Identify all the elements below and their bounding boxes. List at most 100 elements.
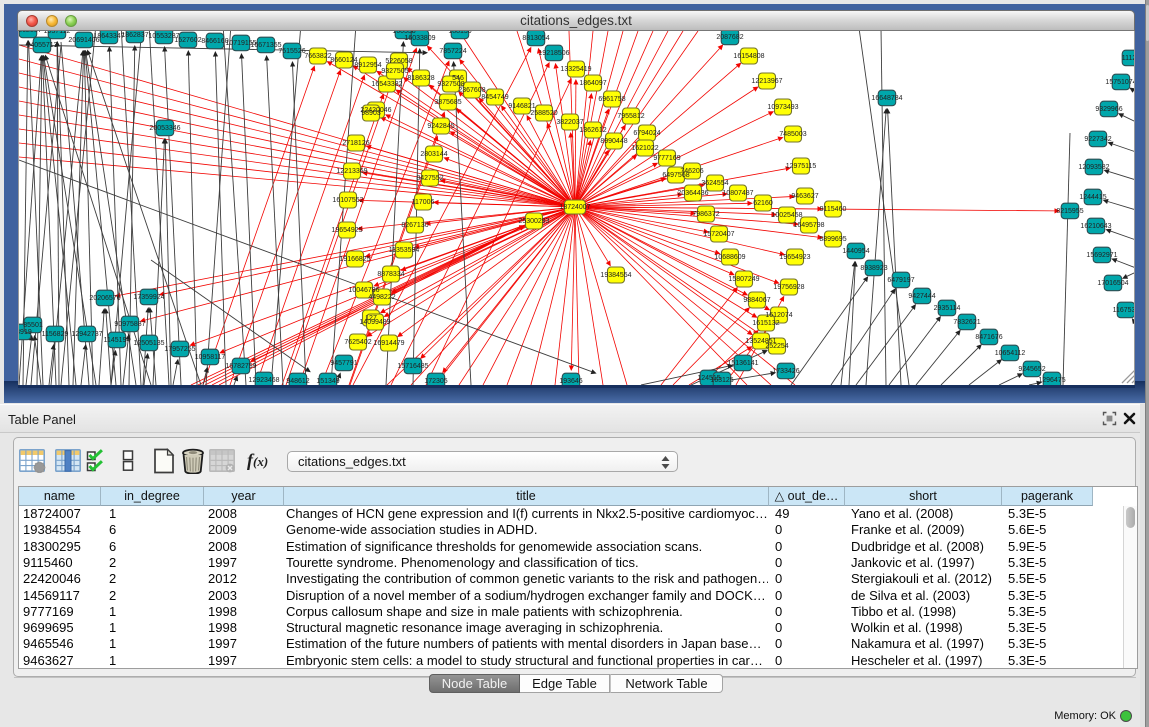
svg-text:2367608: 2367608 xyxy=(458,87,485,94)
svg-text:2718126: 2718126 xyxy=(342,140,369,147)
svg-text:15716485: 15716485 xyxy=(397,363,428,370)
svg-text:15720407: 15720407 xyxy=(703,231,734,238)
svg-text:7485003: 7485003 xyxy=(779,131,806,138)
svg-text:90975887: 90975887 xyxy=(114,321,145,328)
svg-text:17016504: 17016504 xyxy=(1097,280,1128,287)
svg-text:172305: 172305 xyxy=(424,378,447,385)
svg-text:1244415: 1244415 xyxy=(1079,194,1106,201)
svg-text:7832621: 7832621 xyxy=(953,319,980,326)
svg-text:1296475: 1296475 xyxy=(1038,377,1065,384)
svg-text:1621022: 1621022 xyxy=(631,145,658,152)
svg-text:3822037: 3822037 xyxy=(556,119,583,126)
svg-text:25300293: 25300293 xyxy=(518,218,549,225)
svg-text:6479197: 6479197 xyxy=(887,277,914,284)
svg-text:85501: 85501 xyxy=(23,322,43,329)
svg-text:9884067: 9884067 xyxy=(743,297,770,304)
svg-text:1937112: 1937112 xyxy=(44,31,71,35)
svg-text:1864097: 1864097 xyxy=(579,80,606,87)
svg-text:6961758: 6961758 xyxy=(598,96,625,103)
svg-text:6794024: 6794024 xyxy=(633,130,660,137)
svg-text:12213369: 12213369 xyxy=(336,168,367,175)
svg-text:8990448: 8990448 xyxy=(600,138,627,145)
svg-text:10025458: 10025458 xyxy=(771,212,802,219)
svg-text:8215955: 8215955 xyxy=(1056,208,1083,215)
svg-text:12923468: 12923468 xyxy=(248,377,279,384)
svg-text:2087682: 2087682 xyxy=(716,34,743,41)
svg-text:8938923: 8938923 xyxy=(860,265,887,272)
svg-text:7986372: 7986372 xyxy=(692,211,719,218)
svg-text:19384554: 19384554 xyxy=(600,272,631,279)
svg-text:12975115: 12975115 xyxy=(786,163,817,170)
svg-text:9329966: 9329966 xyxy=(1095,106,1122,113)
svg-text:8878334: 8878334 xyxy=(377,271,404,278)
svg-text:252254: 252254 xyxy=(765,343,788,350)
svg-text:15751074: 15751074 xyxy=(1105,79,1135,86)
svg-text:10654112: 10654112 xyxy=(995,350,1026,357)
svg-text:19166825: 19166825 xyxy=(339,256,370,263)
svg-text:151349: 151349 xyxy=(316,378,339,385)
svg-text:3875685: 3875685 xyxy=(434,99,461,106)
svg-text:17359924: 17359924 xyxy=(133,294,164,301)
svg-text:9463627: 9463627 xyxy=(791,193,818,200)
svg-text:5226058: 5226058 xyxy=(385,58,412,65)
svg-text:16671355: 16671355 xyxy=(250,42,281,49)
svg-text:20364436: 20364436 xyxy=(677,190,708,197)
svg-text:1862837: 1862837 xyxy=(121,32,148,39)
svg-text:117006: 117006 xyxy=(412,199,435,206)
svg-text:1615132: 1615132 xyxy=(752,320,779,327)
svg-text:8899695: 8899695 xyxy=(819,236,846,243)
svg-text:7955812: 7955812 xyxy=(617,113,644,120)
svg-text:1440954: 1440954 xyxy=(842,248,869,255)
svg-text:188130: 188130 xyxy=(448,31,471,35)
svg-text:16033809: 16033809 xyxy=(404,35,435,42)
svg-text:9242845: 9242845 xyxy=(427,123,454,130)
svg-text:12505135: 12505135 xyxy=(133,340,164,347)
svg-text:19654923: 19654923 xyxy=(779,254,810,261)
svg-text:1862837: 1862837 xyxy=(19,31,42,34)
svg-text:11353594: 11353594 xyxy=(389,247,420,254)
svg-text:1612074: 1612074 xyxy=(765,312,792,319)
svg-text:16495798: 16495798 xyxy=(793,222,824,229)
svg-text:2803144: 2803144 xyxy=(420,151,447,158)
svg-text:4498222: 4498222 xyxy=(368,294,395,301)
svg-text:2588520: 2588520 xyxy=(530,110,557,117)
svg-text:163125: 163125 xyxy=(710,377,733,384)
svg-text:16914479: 16914479 xyxy=(373,340,404,347)
svg-text:193646: 193646 xyxy=(559,378,582,385)
svg-text:1145194: 1145194 xyxy=(104,337,131,344)
svg-text:7663822: 7663822 xyxy=(304,53,331,60)
svg-text:9146821: 9146821 xyxy=(508,103,535,110)
svg-text:19654925: 19654925 xyxy=(331,227,362,234)
svg-text:8186328: 8186328 xyxy=(407,75,434,82)
svg-text:10046786: 10046786 xyxy=(348,287,379,294)
svg-text:14055713: 14055713 xyxy=(26,42,57,49)
svg-text:15807249: 15807249 xyxy=(728,276,759,283)
svg-text:15136141: 15136141 xyxy=(727,360,758,367)
svg-text:9227342: 9227342 xyxy=(1084,136,1111,143)
svg-text:62160: 62160 xyxy=(753,200,773,207)
svg-text:17957255: 17957255 xyxy=(164,346,195,353)
svg-text:20053346: 20053346 xyxy=(149,125,180,132)
svg-text:15692971: 15692971 xyxy=(1086,252,1117,259)
svg-text:19218506: 19218506 xyxy=(538,50,569,57)
svg-text:13325419: 13325419 xyxy=(560,66,591,73)
svg-text:1362612: 1362612 xyxy=(579,127,606,134)
svg-text:7857224: 7857224 xyxy=(439,48,466,55)
svg-text:18724007: 18724007 xyxy=(559,204,590,211)
svg-text:3624554: 3624554 xyxy=(701,180,728,187)
svg-text:948612: 948612 xyxy=(286,378,309,385)
svg-text:16210643: 16210643 xyxy=(1080,223,1111,230)
svg-text:8454749: 8454749 xyxy=(481,94,508,101)
svg-text:9327505: 9327505 xyxy=(381,68,408,75)
svg-text:20206576: 20206576 xyxy=(89,295,120,302)
svg-text:19756928: 19756928 xyxy=(773,284,804,291)
svg-text:10807487: 10807487 xyxy=(722,190,753,197)
svg-text:9457791: 9457791 xyxy=(330,360,357,367)
svg-text:14099489: 14099489 xyxy=(359,319,390,326)
svg-text:12942737: 12942737 xyxy=(71,331,102,338)
svg-text:16107552: 16107552 xyxy=(332,197,363,204)
svg-text:1167533: 1167533 xyxy=(1113,307,1135,314)
svg-text:8427552: 8427552 xyxy=(416,175,443,182)
svg-text:18643347: 18643347 xyxy=(93,33,124,40)
svg-text:746206: 746206 xyxy=(680,168,703,175)
